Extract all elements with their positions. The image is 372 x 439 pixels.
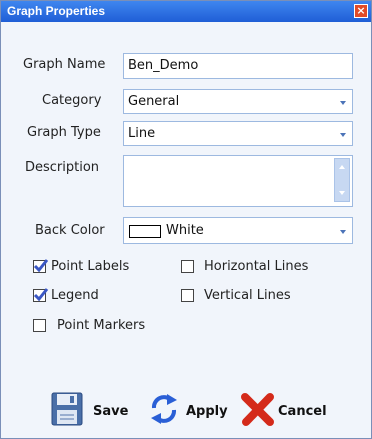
graph-name-input[interactable]: Ben_Demo [123, 53, 353, 79]
checkmark-icon [33, 288, 49, 302]
refresh-arrows-icon [151, 394, 177, 424]
graph-type-value: Line [128, 126, 156, 141]
description-scrollbar[interactable] [334, 158, 350, 202]
horizontal-lines-checkbox[interactable] [181, 260, 194, 273]
graph-name-value: Ben_Demo [128, 58, 199, 73]
color-swatch [129, 225, 161, 238]
checkmark-icon [33, 259, 49, 273]
title-bar: Graph Properties × [1, 1, 371, 22]
cancel-button[interactable]: Cancel [241, 392, 333, 428]
apply-button[interactable]: Apply [149, 392, 231, 428]
apply-label: Apply [186, 404, 228, 419]
category-label: Category [42, 93, 102, 108]
vertical-lines-label: Vertical Lines [204, 288, 291, 303]
category-select[interactable]: General [123, 89, 353, 114]
graph-type-select[interactable]: Line [123, 121, 353, 146]
point-markers-checkbox[interactable] [33, 319, 46, 332]
red-x-icon [241, 393, 274, 426]
scroll-down-icon[interactable] [339, 191, 345, 195]
chevron-down-icon[interactable] [340, 101, 346, 105]
close-icon[interactable]: × [354, 4, 368, 18]
back-color-value: White [166, 223, 204, 238]
graph-type-label: Graph Type [27, 125, 101, 140]
floppy-disk-icon [51, 392, 83, 426]
vertical-lines-checkbox[interactable] [181, 289, 194, 302]
chevron-down-icon[interactable] [340, 230, 346, 234]
chevron-down-icon[interactable] [340, 133, 346, 137]
description-label: Description [25, 160, 100, 175]
horizontal-lines-label: Horizontal Lines [204, 259, 309, 274]
point-labels-label: Point Labels [51, 259, 130, 274]
category-value: General [128, 94, 180, 109]
save-label: Save [93, 404, 129, 419]
graph-name-label: Graph Name [23, 57, 106, 72]
save-button[interactable]: Save [51, 392, 135, 428]
cancel-label: Cancel [278, 404, 327, 419]
legend-label: Legend [51, 288, 99, 303]
legend-checkbox[interactable] [33, 288, 49, 302]
scroll-up-icon[interactable] [339, 165, 345, 169]
window-title: Graph Properties [7, 4, 106, 18]
point-labels-checkbox[interactable] [33, 259, 49, 273]
back-color-select[interactable]: White [123, 217, 353, 244]
point-markers-label: Point Markers [57, 318, 146, 333]
back-color-label: Back Color [35, 223, 105, 238]
description-textarea[interactable] [123, 155, 353, 207]
graph-properties-dialog: Graph Properties × Graph Name Ben_Demo C… [0, 0, 372, 439]
